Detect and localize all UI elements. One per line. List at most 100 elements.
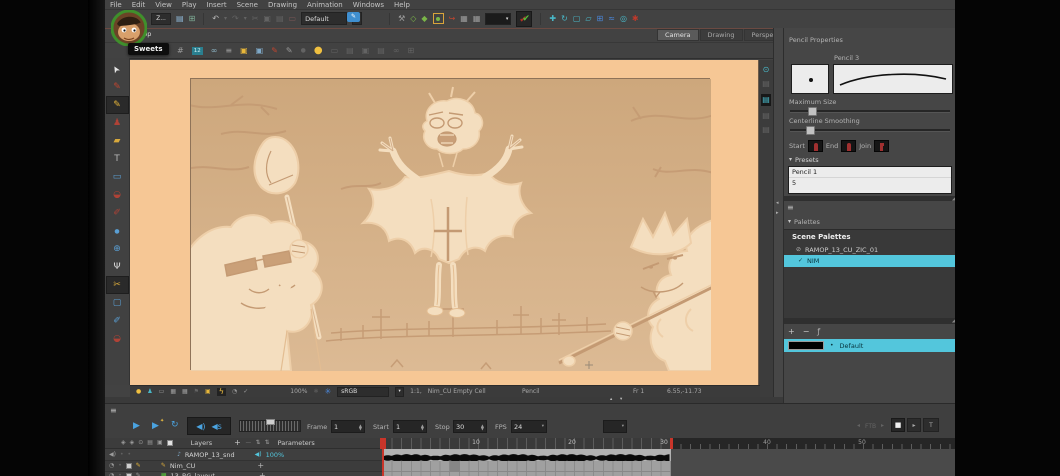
- menu-drawing[interactable]: Drawing: [268, 1, 297, 9]
- stroke-preview[interactable]: [833, 64, 953, 94]
- tab-drawing[interactable]: Drawing: [700, 29, 743, 41]
- remove-color-icon[interactable]: −: [803, 328, 810, 336]
- instant-render-icon[interactable]: ϟ: [217, 388, 226, 396]
- lock-icon[interactable]: ▣: [240, 47, 248, 55]
- light-bulb-icon[interactable]: ●: [136, 389, 141, 395]
- palette-item[interactable]: ⊘ RAMOP_13_CU_ZIC_01: [784, 244, 955, 255]
- sync-a-icon[interactable]: ⇅: [256, 440, 261, 446]
- select-tool[interactable]: ➤: [106, 60, 129, 78]
- play-icon[interactable]: ▶: [133, 421, 140, 431]
- onion-reduce-icon[interactable]: ⊞: [408, 47, 415, 55]
- translate-icon[interactable]: ✚: [549, 15, 556, 23]
- unlock-icon[interactable]: ▣: [256, 47, 264, 55]
- group-selection-icon[interactable]: [433, 13, 444, 24]
- grid-icon[interactable]: #: [177, 47, 184, 55]
- collapse-left-icon[interactable]: ◂: [776, 200, 779, 206]
- menu-edit[interactable]: Edit: [132, 1, 146, 9]
- lock-all-icon[interactable]: ▣: [157, 440, 163, 446]
- palette-menu-icon[interactable]: ≡: [787, 204, 794, 212]
- frame-spinbox[interactable]: 1 ▲▼: [331, 420, 365, 433]
- spin-down-icon[interactable]: ▼: [481, 427, 484, 430]
- rotate-icon[interactable]: ↻: [561, 15, 568, 23]
- max-size-slider[interactable]: [790, 110, 950, 113]
- edit-color-icon[interactable]: ƒ: [817, 328, 820, 336]
- vertical-splitter[interactable]: ◂ ▸: [773, 28, 783, 403]
- light-table-icon[interactable]: ●: [314, 46, 323, 56]
- redo-icon[interactable]: ↷: [232, 15, 239, 23]
- menu-help[interactable]: Help: [394, 1, 410, 9]
- thumbnail-toggle[interactable]: ■: [891, 418, 905, 432]
- layer-row-bg[interactable]: ◔ • ✎ ▦ 13_BG_layout +: [105, 472, 382, 476]
- eraser-tool[interactable]: ▰: [106, 132, 129, 150]
- layer-top-icon[interactable]: ▤: [762, 80, 770, 88]
- palette-item-selected[interactable]: ✓ NIM: [784, 255, 955, 267]
- paste-icon[interactable]: ▤: [276, 15, 284, 23]
- ghost-icon[interactable]: ◔: [232, 389, 237, 395]
- add-param-icon[interactable]: +: [257, 462, 264, 470]
- field-chart-icon[interactable]: 12: [192, 47, 203, 55]
- scale-icon[interactable]: ▢: [573, 15, 581, 23]
- undo-caret-icon[interactable]: ▾: [224, 16, 227, 22]
- frame-track-bg[interactable]: [382, 472, 671, 476]
- menu-file[interactable]: File: [110, 1, 122, 9]
- timeline-menu-icon[interactable]: ≡: [110, 407, 117, 415]
- ink-tool[interactable]: ✐: [106, 204, 129, 222]
- color-swatch[interactable]: [788, 341, 824, 350]
- onion-next-icon[interactable]: ▣: [362, 47, 370, 55]
- marquee-tool[interactable]: ▢: [106, 294, 129, 312]
- loop-icon[interactable]: ↻: [171, 420, 179, 430]
- menu-windows[interactable]: Windows: [353, 1, 384, 9]
- node-icon[interactable]: ◇: [410, 15, 416, 23]
- select-all-checkbox[interactable]: [167, 440, 173, 446]
- depth-view-icon[interactable]: ▦: [182, 389, 188, 395]
- auto-flatten-icon[interactable]: ●: [301, 48, 306, 54]
- layer-checkbox[interactable]: [126, 463, 132, 469]
- cutter-tool[interactable]: ✂: [106, 276, 129, 294]
- curve-icon[interactable]: ≈: [608, 15, 615, 23]
- tip-preview[interactable]: [791, 64, 829, 94]
- avatar[interactable]: [111, 10, 147, 46]
- frame-track-nim[interactable]: [382, 461, 671, 472]
- volume-slider[interactable]: [239, 420, 301, 432]
- colorspace-caret-icon[interactable]: ▾: [395, 387, 404, 397]
- layer-bottom-icon[interactable]: ▤: [762, 126, 770, 134]
- colorspace-dropdown[interactable]: sRGB: [337, 387, 389, 397]
- fps-dropdown[interactable]: 24 ▾: [511, 420, 547, 433]
- gear-icon[interactable]: ✱: [313, 389, 318, 395]
- volume-param[interactable]: 100%: [266, 451, 285, 459]
- add-param-icon[interactable]: +: [259, 472, 266, 476]
- ftb-right-icon[interactable]: ▸: [881, 423, 884, 429]
- enable-all-icon[interactable]: ◈: [121, 440, 126, 446]
- camera-frame[interactable]: [190, 78, 710, 370]
- current-layer-icon[interactable]: ▤: [761, 94, 771, 106]
- camera-icon[interactable]: ⊙: [138, 440, 143, 446]
- mini-dropdown[interactable]: ▾: [485, 13, 511, 25]
- tool-presets-dropdown[interactable]: ▾: [603, 420, 627, 433]
- rigging-icon[interactable]: ⚒: [398, 15, 405, 23]
- playhead-marker[interactable]: [380, 438, 386, 449]
- cut-icon[interactable]: ✂: [252, 15, 259, 23]
- draw-behind-icon[interactable]: ✎: [271, 47, 278, 55]
- grid-a-icon[interactable]: ▦: [460, 15, 468, 23]
- apply-tool-button[interactable]: ✔ ✔: [516, 11, 532, 27]
- add-color-icon[interactable]: +: [788, 328, 795, 336]
- onion-prev-icon[interactable]: ▭: [331, 47, 339, 55]
- zoom-preset-button[interactable]: Z...: [151, 13, 171, 25]
- delete-layer-icon[interactable]: −: [245, 439, 252, 447]
- node-chain-icon[interactable]: ◆: [421, 15, 427, 23]
- grid-b-icon[interactable]: ▦: [473, 15, 481, 23]
- pencil-tool[interactable]: ✎: [106, 96, 129, 114]
- tab-camera[interactable]: Camera: [657, 29, 699, 41]
- copy-icon[interactable]: ▣: [263, 15, 271, 23]
- join-picker[interactable]: [874, 140, 889, 152]
- waveform-track[interactable]: [382, 449, 671, 461]
- film-icon[interactable]: ▤: [147, 440, 153, 446]
- swatch-row-selected[interactable]: • Default: [784, 339, 955, 352]
- brush-tool[interactable]: ✎: [106, 78, 129, 96]
- save-icon[interactable]: ▤: [176, 15, 184, 23]
- resize-grip-icon[interactable]: ◢: [952, 318, 955, 323]
- workspace-dropdown[interactable]: Default: [301, 12, 347, 25]
- redo-caret-icon[interactable]: ▾: [244, 16, 247, 22]
- presets-header[interactable]: ▾ Presets: [789, 156, 819, 164]
- camera-canvas[interactable]: [130, 60, 758, 385]
